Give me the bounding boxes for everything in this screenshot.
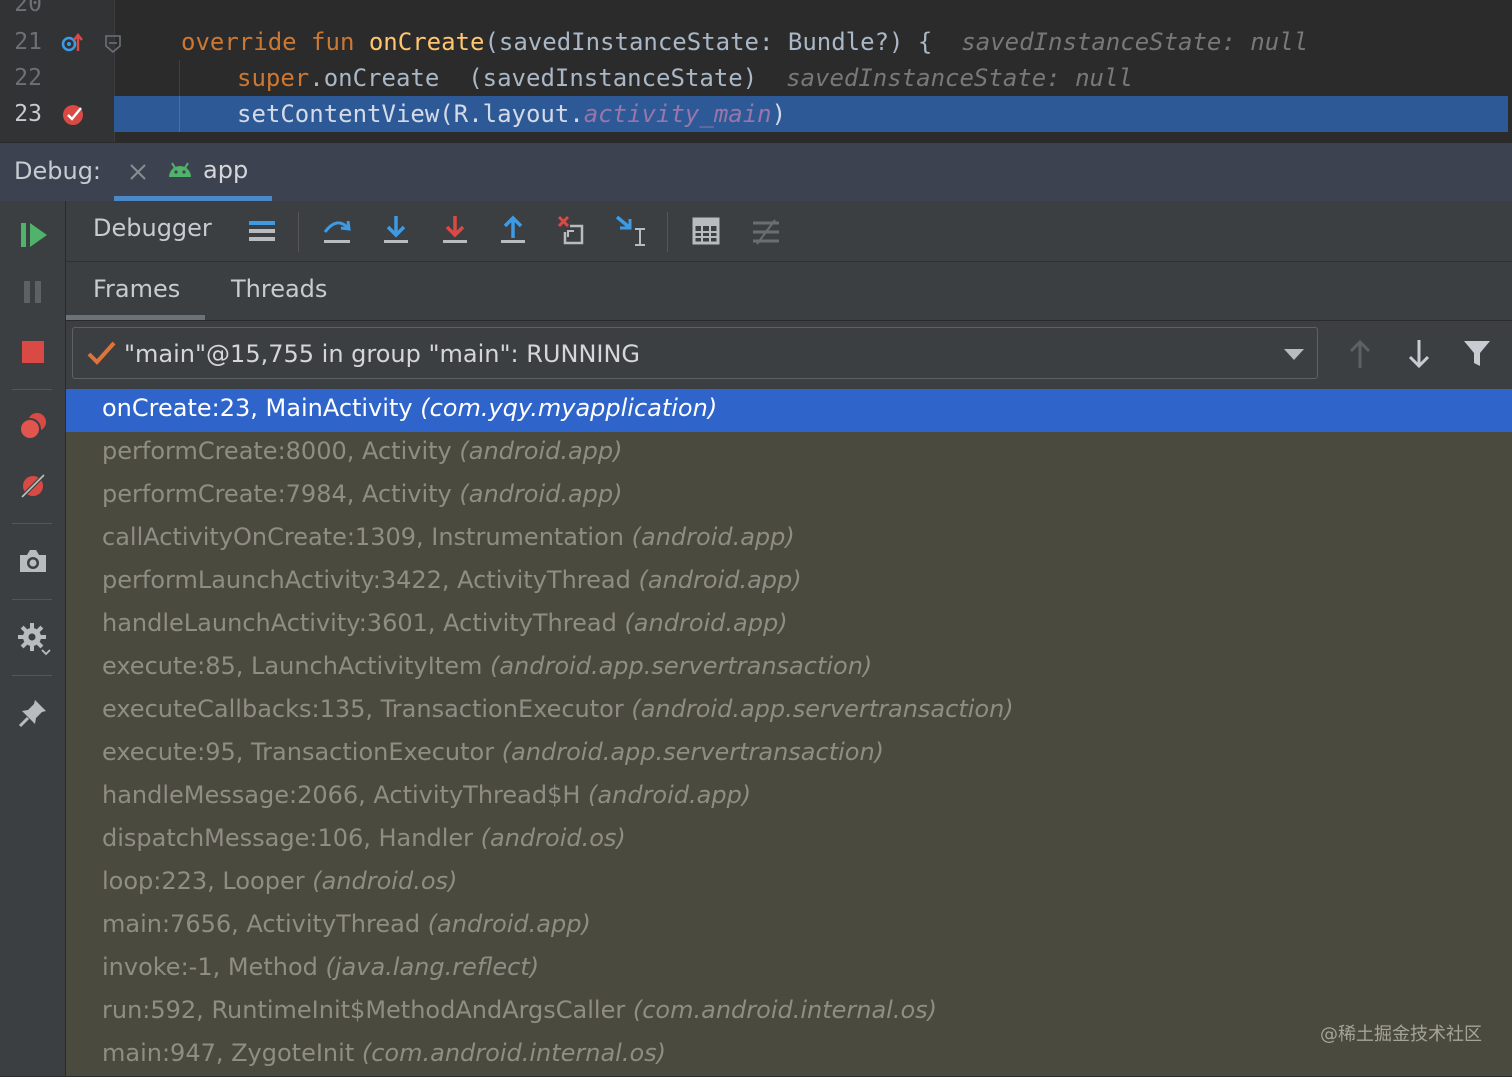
- code-text: override fun onCreate(savedInstanceState…: [181, 28, 1309, 56]
- override-method-icon[interactable]: [60, 31, 86, 55]
- code-text: super.onCreate (savedInstanceState) save…: [237, 64, 1133, 92]
- frame-row[interactable]: execute:85, LaunchActivityItem (android.…: [66, 647, 1512, 690]
- inline-hint: savedInstanceState: null: [961, 28, 1309, 56]
- pause-program-icon[interactable]: [22, 279, 44, 305]
- line-number: 23: [14, 101, 42, 127]
- code-line-21: 21 override fun onCreate(savedInstanceSt…: [0, 24, 1512, 60]
- frame-row[interactable]: executeCallbacks:135, TransactionExecuto…: [66, 690, 1512, 733]
- step-over-icon[interactable]: [321, 214, 353, 246]
- force-step-into-icon[interactable]: [440, 214, 470, 246]
- frame-text: execute:85, LaunchActivityItem (android.…: [102, 652, 873, 680]
- watermark: @稀土掘金技术社区: [1320, 1024, 1482, 1045]
- code-line-20: 20: [0, 0, 1512, 22]
- android-icon: [166, 158, 194, 180]
- filter-icon[interactable]: [1462, 338, 1492, 368]
- close-icon[interactable]: [128, 162, 148, 182]
- debug-side-toolbar: [0, 201, 66, 1076]
- frame-row[interactable]: performLaunchActivity:3422, ActivityThre…: [66, 561, 1512, 604]
- frames-list[interactable]: onCreate:23, MainActivity (com.yqy.myapp…: [66, 389, 1512, 1076]
- debugger-toolbar: [66, 201, 1512, 262]
- frame-text: handleMessage:2066, ActivityThread$H (an…: [102, 781, 752, 809]
- indent-guide: [179, 96, 180, 132]
- tab-frames[interactable]: Frames: [93, 275, 180, 303]
- frame-text: performCreate:8000, Activity (android.ap…: [102, 437, 623, 465]
- frame-text: performLaunchActivity:3422, ActivityThre…: [102, 566, 802, 594]
- chevron-down-icon[interactable]: [1283, 347, 1305, 361]
- tab-app[interactable]: app: [114, 142, 272, 200]
- code-editor[interactable]: 20 21 override fun onCreate(savedInstanc…: [0, 0, 1512, 142]
- indent-guide: [179, 60, 180, 96]
- thread-selector-value: "main"@15,755 in group "main": RUNNING: [124, 340, 641, 368]
- frame-row[interactable]: dispatchMessage:106, Handler (android.os…: [66, 819, 1512, 862]
- frame-text: main:7656, ActivityThread (android.app): [102, 910, 591, 938]
- previous-frame-arrow-icon[interactable]: [1347, 338, 1373, 370]
- settings-gear-icon[interactable]: [17, 622, 51, 656]
- line-number: 20: [14, 0, 42, 17]
- frame-row[interactable]: loop:223, Looper (android.os): [66, 862, 1512, 905]
- thread-running-check-icon: [86, 340, 118, 366]
- step-out-icon[interactable]: [498, 214, 528, 246]
- frame-text: executeCallbacks:135, TransactionExecuto…: [102, 695, 1014, 723]
- frame-row[interactable]: main:947, ZygoteInit (com.android.intern…: [66, 1034, 1512, 1077]
- show-execution-point-icon[interactable]: [248, 218, 276, 244]
- frame-row[interactable]: handleLaunchActivity:3601, ActivityThrea…: [66, 604, 1512, 647]
- frame-row[interactable]: handleMessage:2066, ActivityThread$H (an…: [66, 776, 1512, 819]
- debug-label: Debug:: [14, 157, 102, 185]
- frame-text: onCreate:23, MainActivity (com.yqy.myapp…: [102, 394, 718, 422]
- frame-row-selected[interactable]: onCreate:23, MainActivity (com.yqy.myapp…: [66, 389, 1512, 432]
- stop-icon[interactable]: [20, 339, 46, 365]
- frame-text: dispatchMessage:106, Handler (android.os…: [102, 824, 626, 852]
- breakpoint-icon[interactable]: [62, 102, 86, 126]
- next-frame-arrow-icon[interactable]: [1406, 338, 1432, 370]
- toolbar-separator: [667, 212, 668, 252]
- view-breakpoints-icon[interactable]: [18, 411, 50, 441]
- frame-text: performCreate:7984, Activity (android.ap…: [102, 480, 623, 508]
- frame-text: handleLaunchActivity:3601, ActivityThrea…: [102, 609, 788, 637]
- code-line-23-execution-point: 23 setContentView(R.layout.activity_main…: [0, 96, 1512, 132]
- tab-threads[interactable]: Threads: [231, 275, 327, 303]
- toolbar-separator: [12, 389, 52, 390]
- frame-row[interactable]: invoke:-1, Method (java.lang.reflect): [66, 948, 1512, 991]
- frame-row[interactable]: callActivityOnCreate:1309, Instrumentati…: [66, 518, 1512, 561]
- tab-label: app: [203, 156, 249, 184]
- evaluate-expression-icon[interactable]: [692, 217, 720, 245]
- frame-row[interactable]: run:592, RuntimeInit$MethodAndArgsCaller…: [66, 991, 1512, 1034]
- active-subtab-indicator: [66, 315, 205, 320]
- fold-icon[interactable]: [104, 34, 122, 54]
- drop-frame-icon[interactable]: [556, 214, 588, 246]
- toolbar-separator: [12, 599, 52, 600]
- frame-text: loop:223, Looper (android.os): [102, 867, 458, 895]
- code-line-22: 22 super.onCreate (savedInstanceState) s…: [0, 60, 1512, 96]
- run-to-cursor-icon[interactable]: [614, 214, 648, 248]
- resume-program-icon[interactable]: [19, 221, 49, 249]
- frame-row[interactable]: execute:95, TransactionExecutor (android…: [66, 733, 1512, 776]
- frame-text: callActivityOnCreate:1309, Instrumentati…: [102, 523, 795, 551]
- frame-row[interactable]: main:7656, ActivityThread (android.app): [66, 905, 1512, 948]
- mute-breakpoints-icon[interactable]: [18, 471, 48, 501]
- frame-text: main:947, ZygoteInit (com.android.intern…: [102, 1039, 667, 1067]
- code-text: setContentView(R.layout.activity_main): [237, 100, 787, 128]
- toolbar-separator: [12, 523, 52, 524]
- debugger-title: Debugger: [93, 214, 212, 242]
- toolbar-separator: [298, 212, 299, 252]
- inline-hint: savedInstanceState: null: [786, 64, 1133, 92]
- camera-icon[interactable]: [17, 547, 49, 575]
- step-into-icon[interactable]: [381, 214, 411, 246]
- pin-tab-icon[interactable]: [17, 697, 49, 729]
- frame-text: run:592, RuntimeInit$MethodAndArgsCaller…: [102, 996, 938, 1024]
- frame-row[interactable]: performCreate:8000, Activity (android.ap…: [66, 432, 1512, 475]
- frame-text: invoke:-1, Method (java.lang.reflect): [102, 953, 540, 981]
- frame-row[interactable]: performCreate:7984, Activity (android.ap…: [66, 475, 1512, 518]
- line-number: 21: [14, 29, 42, 55]
- trace-current-stream-icon[interactable]: [751, 218, 781, 246]
- toolbar-separator: [12, 675, 52, 676]
- frame-text: execute:95, TransactionExecutor (android…: [102, 738, 885, 766]
- line-number: 22: [14, 65, 42, 91]
